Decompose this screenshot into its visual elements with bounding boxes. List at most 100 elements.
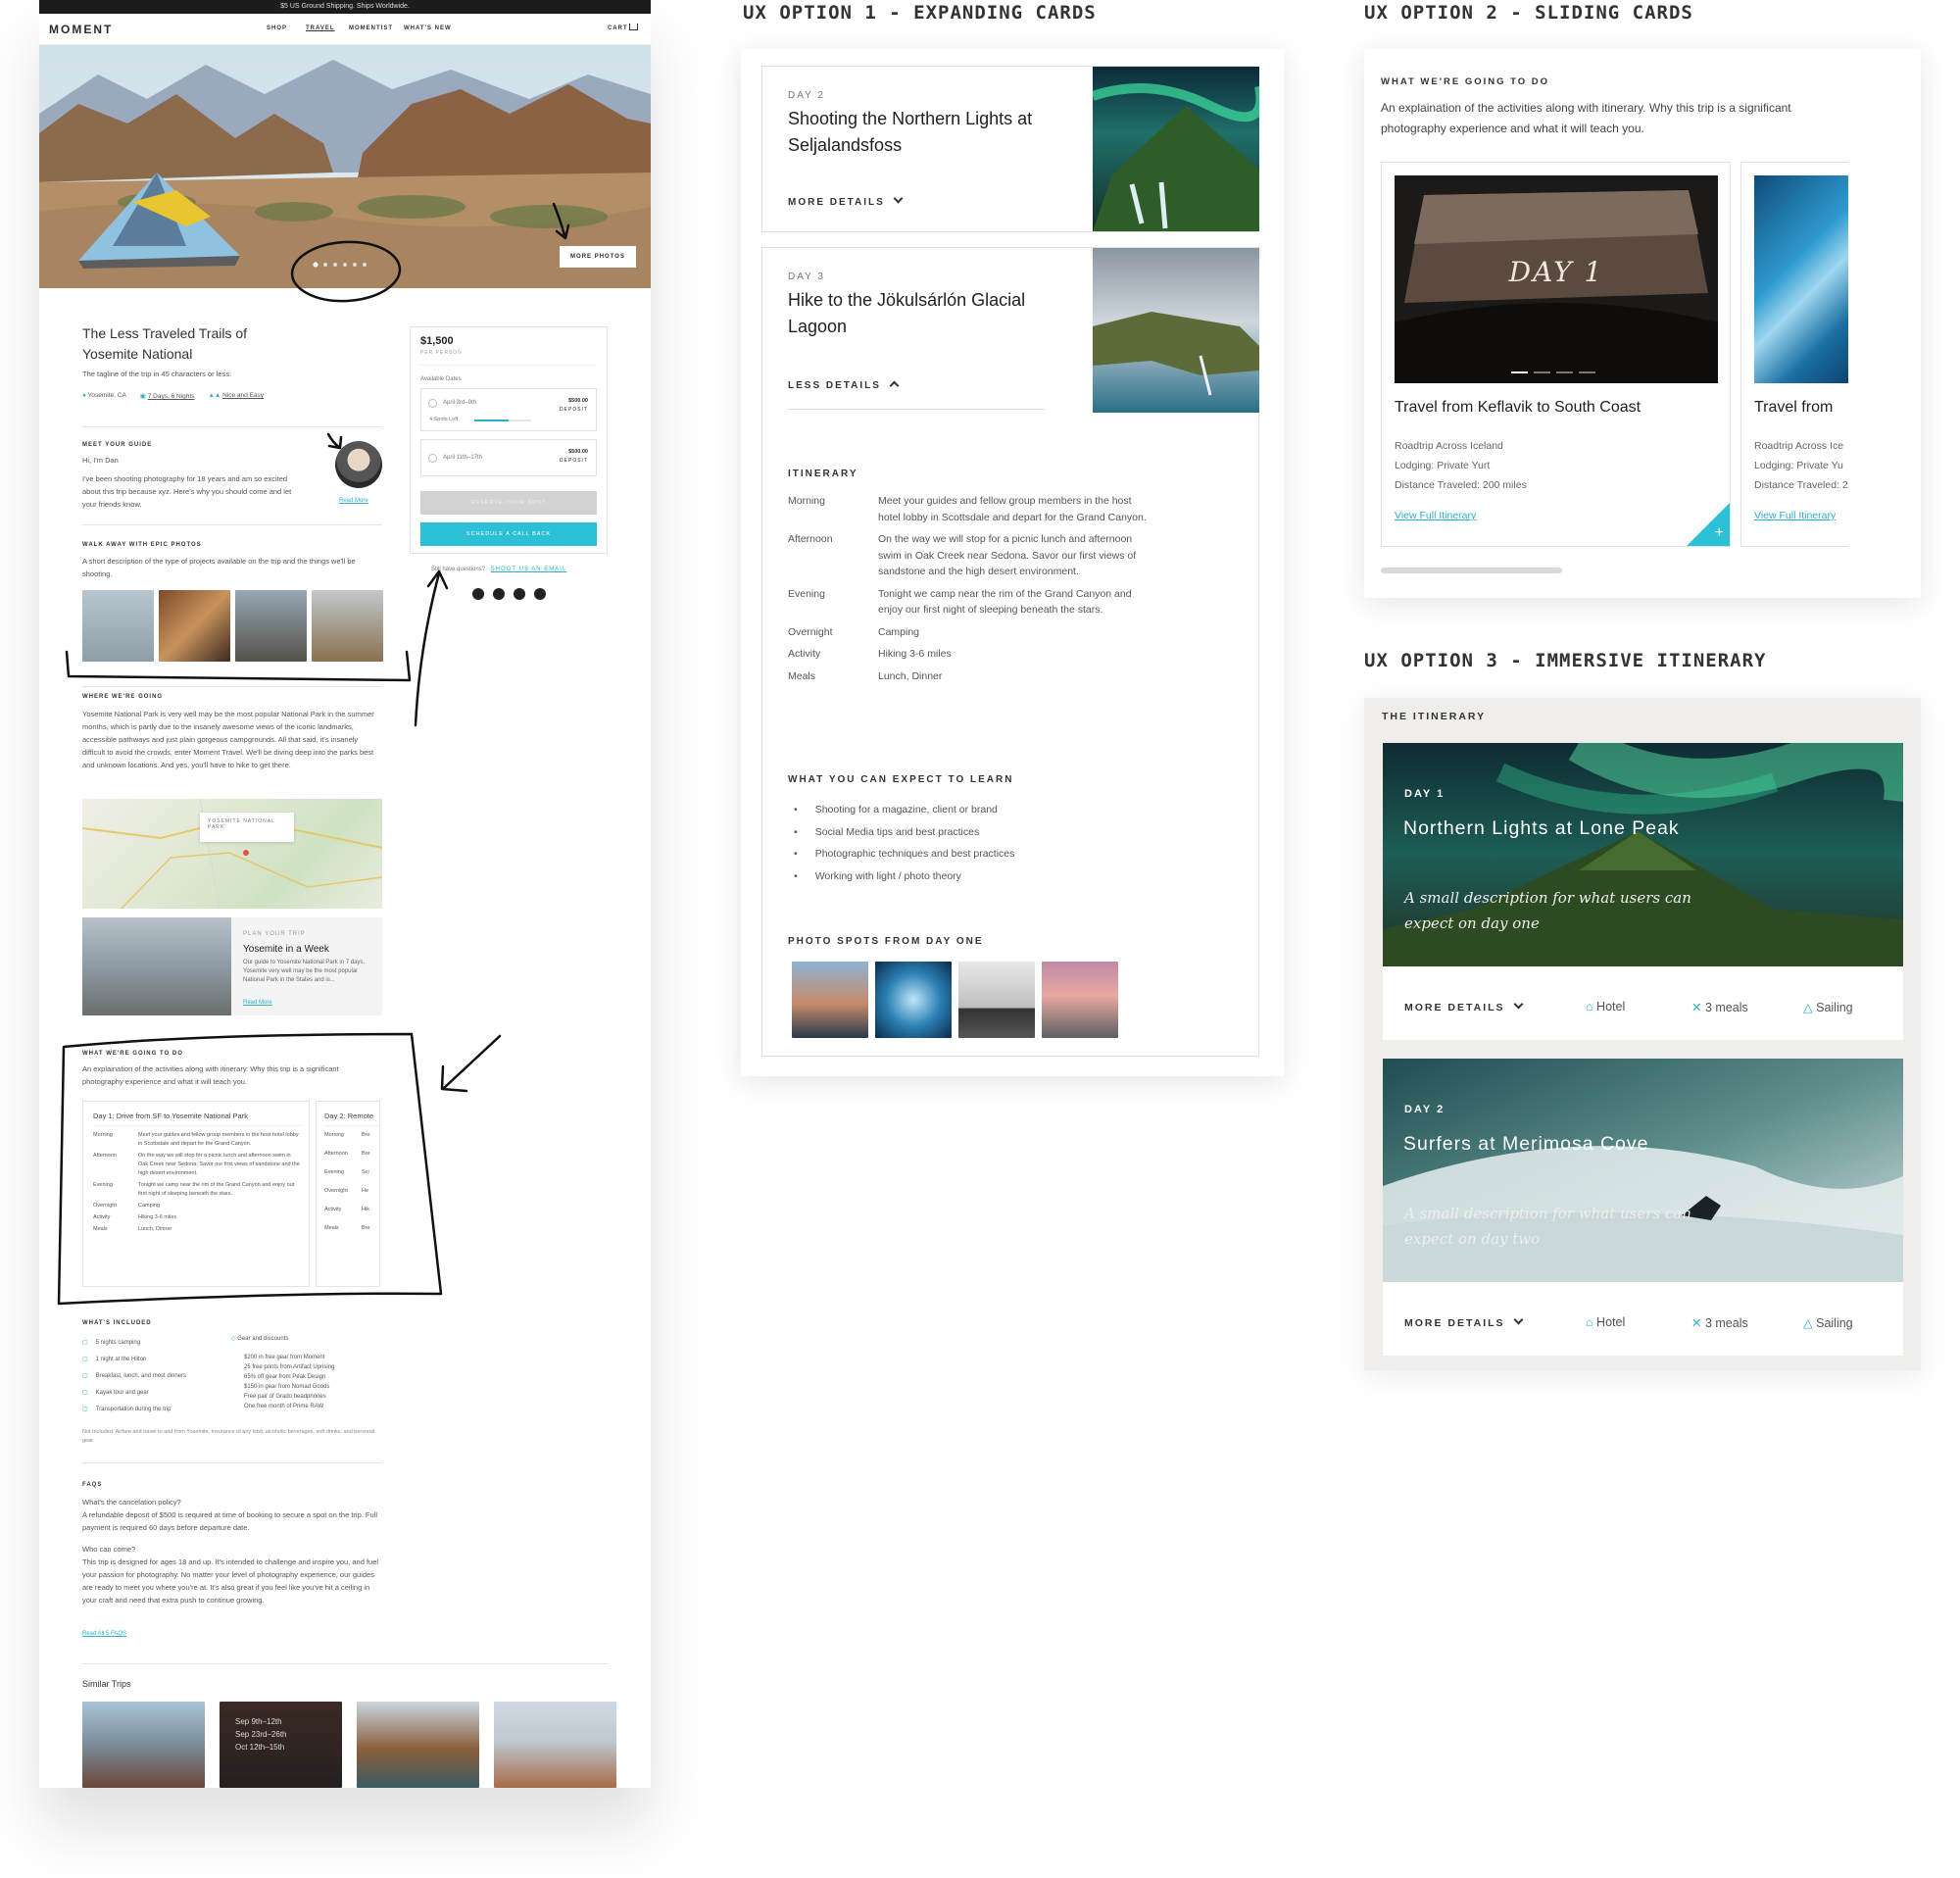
card-photo-car: DAY 1 [1395, 175, 1718, 383]
photo-spot-4[interactable] [1042, 962, 1118, 1038]
cliff-waterfall-image [1093, 248, 1259, 413]
less-details-toggle[interactable]: LESS DETAILS [788, 380, 900, 391]
list-item-text: Breakfast, lunch, and most dinners [95, 1373, 187, 1379]
bullet-icon: • [794, 825, 798, 838]
toggle-label: MORE DETAILS [1404, 1002, 1505, 1013]
card-title: Shooting the Northern Lights at Seljalan… [788, 109, 1033, 155]
more-details-toggle[interactable]: MORE DETAILS [788, 193, 904, 208]
row-key: Meals [788, 669, 816, 682]
slide-dot-active[interactable] [1511, 371, 1528, 373]
gear-list: $200 in free gear from Moment 25 free pri… [244, 1353, 381, 1411]
sliding-card-day2[interactable]: Travel from Roadtrip Across Ice Lodging:… [1740, 162, 1848, 547]
row-key: Evening [788, 587, 825, 600]
trip-date: Oct 12th–15th [235, 1743, 285, 1752]
faqs-label: FAQS [82, 1482, 103, 1488]
list-item-text: Shooting for a magazine, client or brand [814, 804, 998, 815]
photo-spot-3[interactable] [958, 962, 1035, 1038]
included-icon: ▢ [82, 1407, 88, 1412]
slide-dot[interactable] [1579, 371, 1595, 373]
bullet-icon: • [794, 804, 798, 815]
similar-trip-3[interactable] [357, 1702, 479, 1788]
photo-spot-2[interactable] [875, 962, 952, 1038]
included-icon: ▢ [82, 1357, 88, 1362]
immersive-card-day1[interactable]: DAY 1 Northern Lights at Lone Peak A sma… [1383, 743, 1903, 1040]
aurora-waterfall-image [1093, 67, 1259, 231]
sliding-card-day1[interactable]: DAY 1 Travel from Keflavik to South Coas… [1381, 162, 1731, 547]
day-title: Northern Lights at Lone Peak [1403, 817, 1680, 839]
option2-heading: UX OPTION 2 - SLIDING CARDS [1364, 2, 1693, 24]
card-line: Lodging: Private Yurt [1395, 460, 1491, 471]
list-item-text: 1 night at the Hilton [95, 1357, 147, 1362]
itinerary-row: Afternoon On the way we will stop for a p… [788, 531, 1151, 580]
option1-heading: UX OPTION 1 - EXPANDING CARDS [743, 2, 1097, 24]
list-item-text: $150 in gear from Nomad Goods [244, 1384, 330, 1390]
view-itinerary-link[interactable]: View Full Itinerary [1395, 510, 1476, 521]
plus-icon[interactable]: + [1715, 524, 1724, 542]
card-details: Roadtrip Across Ice Lodging: Private Yu … [1754, 436, 1848, 495]
card-day: DAY 3 [788, 272, 825, 282]
faq-answer-2: This trip is designed for ages 18 and up… [82, 1557, 379, 1605]
similar-label: Similar Trips [82, 1679, 131, 1689]
card-photo-cliff [1093, 248, 1259, 413]
list-item: ▢ Transportation during the trip [82, 1402, 220, 1418]
card-line: Roadtrip Across Ice [1754, 440, 1844, 452]
todo-text: An explaination of the activities along … [1381, 101, 1791, 135]
itinerary-label: THE ITINERARY [1382, 711, 1487, 722]
row-value: Meet your guides and fellow group member… [878, 495, 1147, 523]
sailboat-icon: △ [1803, 1316, 1813, 1330]
list-item: • Photographic techniques and best practi… [788, 843, 1151, 865]
row-value: Hiking 3-6 miles [878, 648, 952, 660]
card-title: Travel from [1754, 399, 1834, 416]
similar-trip-2[interactable]: Sep 9th–12th Sep 23rd–26th Oct 12th–15th [220, 1702, 342, 1788]
list-item: 65% off gear from Peak Design [244, 1372, 381, 1382]
carousel-scrollbar[interactable] [1381, 568, 1562, 573]
slide-dot[interactable] [1534, 371, 1550, 373]
activity-tag: △ Sailing [1803, 1001, 1853, 1014]
sailboat-icon: △ [1803, 1001, 1813, 1014]
list-item: • Shooting for a magazine, client or bran… [788, 799, 1151, 821]
similar-trip-1[interactable] [82, 1702, 205, 1788]
view-itinerary-link[interactable]: View Full Itinerary [1754, 510, 1836, 521]
option3-heading: UX OPTION 3 - IMMERSIVE ITINERARY [1364, 650, 1767, 671]
photo-spot-1[interactable] [792, 962, 868, 1038]
row-value: Camping [878, 625, 920, 638]
list-item: 25 free prints from Artifact Uprising [244, 1362, 381, 1372]
list-item-text: 25 free prints from Artifact Uprising [244, 1364, 335, 1370]
list-item: One free month of Prime RAW [244, 1402, 381, 1411]
slide-dot[interactable] [1556, 371, 1573, 373]
day-title: Surfers at Merimosa Cove [1403, 1133, 1649, 1155]
more-details-toggle[interactable]: MORE DETAILS [1404, 1314, 1524, 1329]
included-icon: ▢ [82, 1340, 88, 1346]
card-title: Travel from Keflavik to South Coast [1395, 399, 1642, 416]
similar-trip-4[interactable] [494, 1702, 616, 1788]
slide-dots [1511, 371, 1595, 373]
list-item: Free pair of Grado headphones [244, 1392, 381, 1402]
itinerary-row: Meals Lunch, Dinner [788, 668, 1151, 685]
sketch-bracket [65, 650, 412, 682]
immersive-card-day2[interactable]: DAY 2 Surfers at Merimosa Cove A small d… [1383, 1059, 1903, 1356]
itinerary-row: Morning Meet your guides and fellow group… [788, 493, 1151, 525]
option1-panel: DAY 2 Shooting the Northern Lights at Se… [741, 49, 1284, 1076]
row-key: Afternoon [788, 533, 833, 545]
list-item-text: $200 in free gear from Moment [244, 1355, 325, 1360]
trip-date: Sep 23rd–26th [235, 1730, 287, 1739]
read-all-faqs-link[interactable]: Read All 5 FAQS [82, 1631, 126, 1637]
day-desc: A small description for what users can e… [1404, 1205, 1691, 1248]
chevron-down-icon [1513, 999, 1524, 1010]
itinerary-row: Activity Hiking 3-6 miles [788, 646, 1151, 663]
included-list: ▢ 5 nights camping ▢ 1 night at the Hilton ▢… [82, 1335, 220, 1418]
chevron-down-icon [893, 193, 904, 204]
day-label: DAY 1 [1404, 788, 1446, 800]
sketch-arrow [440, 1034, 502, 1093]
expanding-card-day2[interactable]: DAY 2 Shooting the Northern Lights at Se… [761, 66, 1259, 232]
list-item: $150 in gear from Nomad Goods [244, 1382, 381, 1392]
expanding-card-day3[interactable]: DAY 3 Hike to the Jökulsárlón Glacial La… [761, 247, 1259, 1057]
faq-question-1[interactable]: What's the cancelation policy? [82, 1496, 181, 1508]
more-details-toggle[interactable]: MORE DETAILS [1404, 999, 1524, 1013]
faq-answer-1: A refundable deposit of $500 is required… [82, 1510, 378, 1532]
learn-label: WHAT YOU CAN EXPECT TO LEARN [788, 774, 1014, 785]
list-item: ▢ 1 night at the Hilton [82, 1352, 220, 1368]
day-overlay: DAY 1 [1508, 256, 1604, 288]
photo-spots-label: PHOTO SPOTS FROM DAY ONE [788, 936, 984, 947]
faq-question-2[interactable]: Who can come? [82, 1543, 135, 1556]
